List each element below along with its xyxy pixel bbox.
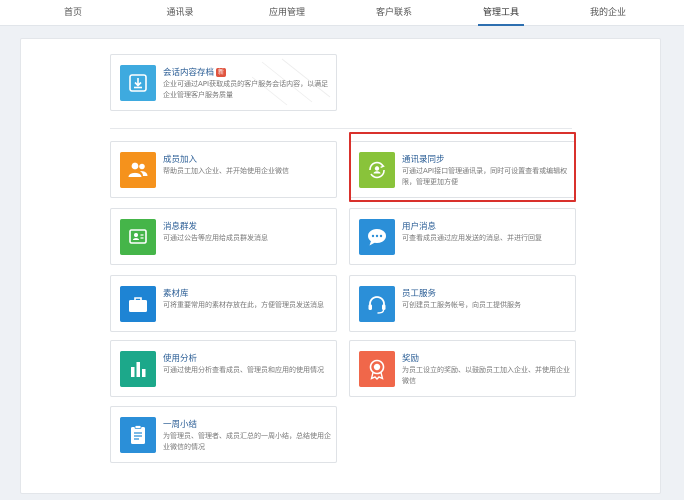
nav-item-home[interactable]: 首页: [28, 0, 118, 26]
card-weekly-summary[interactable]: 一周小结 为管理员、管理者、成员汇总的一周小结，总结使用企业微信的情况: [110, 406, 337, 463]
card-title: 成员加入: [163, 155, 198, 165]
card-desc: 可将重要常用的素材存放在此，方便管理员发送消息: [163, 301, 324, 309]
card-title: 素材库: [163, 289, 189, 299]
card-rewards[interactable]: 奖励 为员工设立的奖励、以鼓励员工加入企业、并使用企业微信: [349, 340, 576, 397]
sync-contacts-icon: [359, 152, 395, 188]
card-desc: 为员工设立的奖励、以鼓励员工加入企业、并使用企业微信: [402, 366, 570, 385]
people-icon: [120, 152, 156, 188]
nav-item-label: 应用管理: [268, 8, 305, 18]
card-member-join[interactable]: 成员加入 帮助员工加入企业、并开始使用企业微信: [110, 141, 337, 198]
card-employee-service[interactable]: 员工服务 可创建员工服务帐号，向员工提供服务: [349, 275, 576, 332]
card-desc: 企业可通过API获取成员的客户服务会话内容，以满足企业管理客户服务质量: [163, 80, 329, 99]
card-session-archive[interactable]: 会话内容存档新 企业可通过API获取成员的客户服务会话内容，以满足企业管理客户服…: [110, 54, 337, 111]
card-desc: 可创建员工服务帐号，向员工提供服务: [402, 301, 521, 309]
card-desc: 可通过使用分析查看成员、管理员和应用的使用情况: [163, 366, 324, 374]
nav-item-contacts[interactable]: 通讯录: [135, 0, 225, 26]
section-divider: [110, 128, 572, 129]
broadcast-icon: [120, 219, 156, 255]
card-title: 一周小结: [163, 420, 198, 430]
card-title: 通讯录同步: [402, 155, 445, 165]
new-badge: 新: [216, 68, 227, 77]
card-message-broadcast[interactable]: 消息群发 可通过公告等应用给成员群发消息: [110, 208, 337, 265]
card-title: 员工服务: [402, 289, 437, 299]
briefcase-icon: [120, 286, 156, 322]
nav-item-app-management[interactable]: 应用管理: [242, 0, 332, 26]
nav-item-label: 首页: [63, 8, 82, 18]
active-tab-indicator: [478, 24, 524, 26]
card-title-text: 会话内容存档: [163, 68, 215, 78]
card-desc: 可通过API接口管理通讯录，同时可设置查看或编辑权限，管理更加方便: [402, 167, 568, 186]
headset-icon: [359, 286, 395, 322]
nav-item-my-enterprise[interactable]: 我的企业: [563, 0, 653, 26]
card-usage-analysis[interactable]: 使用分析 可通过使用分析查看成员、管理员和应用的使用情况: [110, 340, 337, 397]
card-desc: 帮助员工加入企业、并开始使用企业微信: [163, 167, 289, 175]
nav-item-label: 管理工具: [482, 8, 519, 18]
nav-item-label: 我的企业: [589, 8, 626, 18]
card-title: 奖励: [402, 354, 420, 364]
card-user-messages[interactable]: 用户消息 可查看成员通过应用发送的消息、并进行回复: [349, 208, 576, 265]
card-desc: 为管理员、管理者、成员汇总的一周小结，总结使用企业微信的情况: [163, 432, 331, 451]
card-desc: 可通过公告等应用给成员群发消息: [163, 234, 268, 242]
card-material-library[interactable]: 素材库 可将重要常用的素材存放在此，方便管理员发送消息: [110, 275, 337, 332]
card-title: 消息群发: [163, 222, 198, 232]
award-icon: [359, 351, 395, 387]
card-desc: 可查看成员通过应用发送的消息、并进行回复: [402, 234, 542, 242]
card-contacts-sync[interactable]: 通讯录同步 可通过API接口管理通讯录，同时可设置查看或编辑权限，管理更加方便: [349, 141, 576, 198]
card-title: 会话内容存档新: [163, 66, 227, 78]
card-title: 用户消息: [402, 222, 437, 232]
bar-chart-icon: [120, 351, 156, 387]
card-title: 使用分析: [163, 354, 198, 364]
archive-icon: [120, 65, 156, 101]
nav-item-label: 客户联系: [375, 8, 412, 18]
chat-bubble-icon: [359, 219, 395, 255]
nav-item-label: 通讯录: [166, 8, 194, 18]
top-nav: 首页 通讯录 应用管理 客户联系 管理工具 我的企业: [0, 0, 684, 26]
nav-item-management-tools[interactable]: 管理工具: [456, 0, 546, 26]
nav-item-customer-contact[interactable]: 客户联系: [349, 0, 439, 26]
clipboard-icon: [120, 417, 156, 453]
